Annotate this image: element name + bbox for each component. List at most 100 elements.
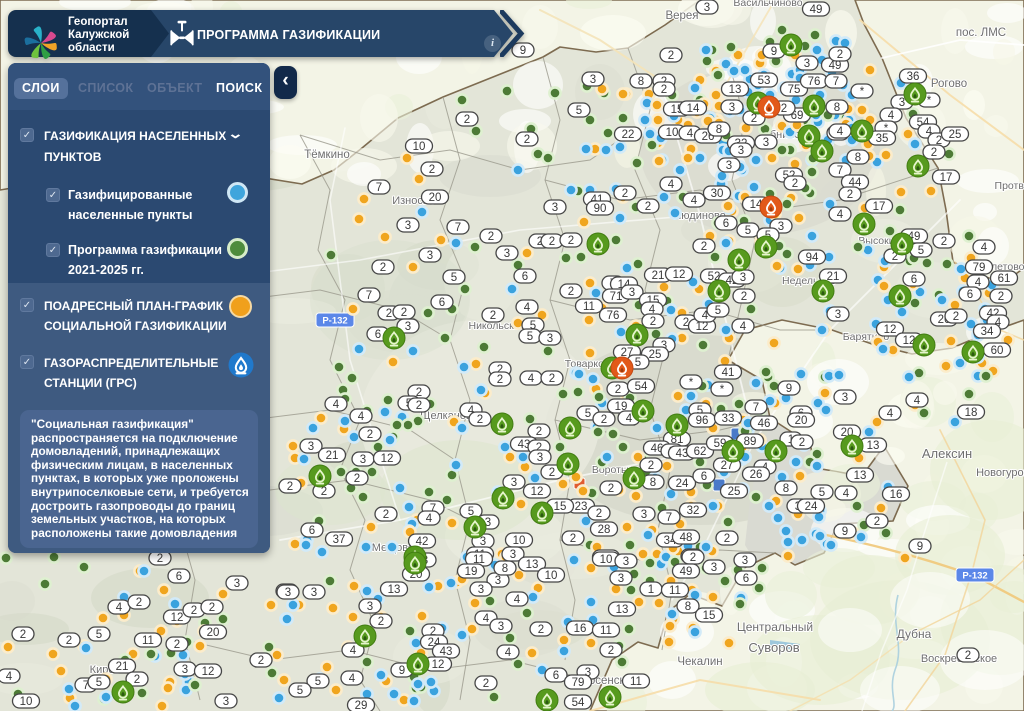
svg-text:2: 2 [134,674,140,686]
svg-text:54: 54 [572,697,585,709]
svg-text:10: 10 [20,696,33,708]
svg-text:49: 49 [810,4,823,16]
svg-text:6: 6 [309,525,315,537]
svg-text:10: 10 [545,570,558,582]
svg-text:4: 4 [333,399,340,411]
svg-text:Суворов: Суворов [748,640,799,655]
svg-text:8: 8 [685,601,691,613]
svg-text:2: 2 [321,486,327,498]
svg-text:19: 19 [465,566,478,578]
svg-text:9: 9 [917,541,923,553]
svg-text:11: 11 [669,585,681,597]
svg-text:4: 4 [6,671,13,683]
svg-text:7: 7 [753,402,759,414]
svg-text:5: 5 [715,305,721,317]
svg-text:2: 2 [724,533,730,545]
svg-text:3: 3 [311,587,317,599]
svg-text:пос. ЛМС: пос. ЛМС [956,27,1006,39]
svg-text:20: 20 [795,415,808,427]
svg-text:3: 3 [835,309,841,321]
svg-text:25: 25 [728,486,741,498]
svg-text:12: 12 [432,659,445,671]
svg-text:3: 3 [804,58,810,70]
svg-text:49: 49 [829,60,842,72]
svg-text:4: 4 [350,645,357,657]
svg-text:2: 2 [191,605,197,617]
svg-text:34: 34 [981,326,994,338]
svg-text:6: 6 [439,297,445,309]
svg-text:3: 3 [504,248,510,260]
svg-text:2: 2 [354,473,360,485]
svg-text:1: 1 [648,584,654,596]
svg-text:3: 3 [590,74,596,86]
svg-text:3: 3 [285,587,291,599]
svg-text:17: 17 [940,172,953,184]
svg-text:15: 15 [554,501,567,513]
svg-text:4: 4 [740,321,747,333]
svg-text:3: 3 [740,272,746,284]
svg-text:28: 28 [598,524,611,536]
svg-text:9: 9 [842,526,848,538]
svg-text:4: 4 [843,488,850,500]
svg-text:Новогуровский: Новогуровский [976,467,1024,479]
svg-text:2: 2 [66,635,72,647]
svg-text:5: 5 [585,408,591,420]
svg-text:2: 2 [157,553,163,565]
svg-text:4: 4 [483,613,490,625]
svg-text:2: 2 [136,597,142,609]
svg-text:2: 2 [799,437,805,449]
svg-text:12: 12 [673,269,686,281]
svg-text:35: 35 [876,133,889,145]
svg-text:3: 3 [778,221,784,233]
svg-text:53: 53 [758,75,771,87]
svg-text:4: 4 [981,242,988,254]
svg-text:4: 4 [514,594,521,606]
svg-text:2: 2 [20,629,26,641]
svg-text:3: 3 [182,664,188,676]
svg-text:12: 12 [696,321,709,333]
svg-text:12: 12 [381,453,394,465]
svg-text:2: 2 [401,307,407,319]
svg-text:89: 89 [744,436,757,448]
svg-text:12: 12 [202,666,215,678]
svg-text:3: 3 [427,250,433,262]
svg-text:2: 2 [378,616,384,628]
svg-text:4: 4 [668,179,675,191]
svg-text:5: 5 [96,629,102,641]
svg-text:5: 5 [451,272,457,284]
svg-text:8: 8 [783,483,789,495]
svg-text:2: 2 [483,678,489,690]
svg-text:2: 2 [690,552,696,564]
svg-text:6: 6 [522,271,528,283]
svg-text:2: 2 [792,178,798,190]
svg-text:Дубна: Дубна [897,627,932,641]
svg-text:2: 2 [608,483,614,495]
svg-text:62: 62 [694,446,707,458]
svg-text:3: 3 [623,556,629,568]
svg-text:13: 13 [388,584,401,596]
svg-text:3: 3 [367,601,373,613]
svg-text:2: 2 [965,650,971,662]
svg-text:*: * [689,377,694,389]
svg-text:9: 9 [771,46,777,58]
svg-text:3: 3 [511,477,517,489]
svg-text:5: 5 [745,225,751,237]
svg-text:9: 9 [399,665,405,677]
svg-text:21: 21 [116,661,129,673]
svg-text:46: 46 [758,418,771,430]
svg-text:60: 60 [991,345,1004,357]
svg-text:2: 2 [570,533,576,545]
svg-text:2: 2 [380,262,386,274]
svg-text:3: 3 [899,97,905,109]
svg-text:7: 7 [376,182,382,194]
svg-text:6: 6 [911,274,917,286]
svg-text:2: 2 [741,291,747,303]
svg-text:13: 13 [729,84,742,96]
svg-text:13: 13 [526,559,539,571]
svg-text:3: 3 [547,333,553,345]
svg-text:2: 2 [174,639,180,651]
svg-text:6: 6 [723,218,729,230]
svg-text:25: 25 [649,349,662,361]
svg-text:11: 11 [583,301,595,313]
svg-text:4: 4 [687,128,694,140]
